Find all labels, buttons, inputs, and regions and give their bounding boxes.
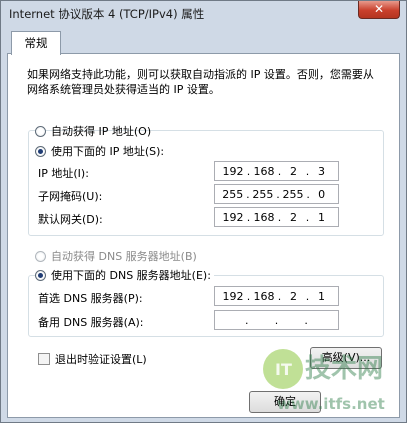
octet: 1 — [318, 210, 325, 224]
validate-on-exit-checkbox[interactable]: 退出时验证设置(L) — [38, 351, 147, 367]
auto-dns-label: 自动获得 DNS 服务器地址(B) — [51, 250, 197, 263]
octet: 3 — [318, 164, 325, 178]
checkbox-icon — [38, 353, 50, 365]
subnet-mask-label: 子网掩码(U): — [38, 190, 103, 203]
octet: 192 — [222, 289, 244, 303]
octet: 2 — [290, 164, 297, 178]
properties-dialog: Internet 协议版本 4 (TCP/IPv4) 属性 ✕ 常规 如果网络支… — [0, 0, 407, 423]
alternate-dns-input[interactable]: . . . — [214, 310, 339, 330]
octet: 168 — [253, 164, 275, 178]
default-gateway-label: 默认网关(D): — [38, 213, 103, 226]
title-bar: Internet 协议版本 4 (TCP/IPv4) 属性 ✕ — [1, 1, 406, 27]
ip-address-label: IP 地址(I): — [38, 167, 89, 180]
alternate-dns-label: 备用 DNS 服务器(A): — [38, 316, 144, 329]
validate-on-exit-label: 退出时验证设置(L) — [55, 353, 147, 366]
radio-selected-icon — [35, 145, 46, 157]
manual-dns-radio[interactable]: 使用下面的 DNS 服务器地址(E): — [35, 267, 214, 283]
general-panel: 如果网络支持此功能，则可以获取自动指派的 IP 设置。否则，您需要从网络系统管理… — [7, 53, 400, 418]
octet: 168 — [253, 210, 275, 224]
manual-ip-label: 使用下面的 IP 地址(S): — [51, 145, 165, 158]
octet: 192 — [222, 164, 244, 178]
auto-ip-radio[interactable]: 自动获得 IP 地址(O) — [35, 123, 151, 139]
octet: 168 — [253, 289, 275, 303]
preferred-dns-input[interactable]: 192. 168. 2. 1 — [214, 286, 339, 306]
octet: 0 — [318, 187, 326, 201]
octet: 2 — [290, 289, 297, 303]
manual-dns-label: 使用下面的 DNS 服务器地址(E): — [51, 269, 211, 282]
radio-selected-icon — [35, 269, 46, 281]
radio-button-icon — [35, 125, 46, 137]
ip-address-input[interactable]: 192. 168. 2. 3 — [214, 161, 339, 181]
octet: 2 — [290, 210, 297, 224]
close-button[interactable]: ✕ — [358, 1, 400, 19]
octet: 255 — [252, 187, 274, 201]
octet: 255 — [222, 187, 244, 201]
preferred-dns-label: 首选 DNS 服务器(P): — [38, 292, 143, 305]
description-text: 如果网络支持此功能，则可以获取自动指派的 IP 设置。否则，您需要从网络系统管理… — [27, 68, 374, 96]
tab-strip: 常规 — [7, 31, 400, 55]
radio-button-icon — [35, 250, 46, 262]
subnet-mask-input[interactable]: 255. 255. 255. 0 — [214, 184, 339, 204]
ok-button[interactable]: 确定 — [249, 391, 321, 413]
auto-dns-radio[interactable]: 自动获得 DNS 服务器地址(B) — [35, 248, 197, 264]
octet: 192 — [222, 210, 244, 224]
advanced-button[interactable]: 高级(V)... — [310, 347, 382, 369]
auto-ip-label: 自动获得 IP 地址(O) — [51, 125, 152, 138]
window-title: Internet 协议版本 4 (TCP/IPv4) 属性 — [9, 7, 205, 21]
octet: 255 — [282, 187, 304, 201]
default-gateway-input[interactable]: 192. 168. 2. 1 — [214, 207, 339, 227]
octet: 1 — [318, 289, 325, 303]
manual-ip-radio[interactable]: 使用下面的 IP 地址(S): — [35, 143, 168, 159]
tab-general[interactable]: 常规 — [11, 31, 61, 55]
